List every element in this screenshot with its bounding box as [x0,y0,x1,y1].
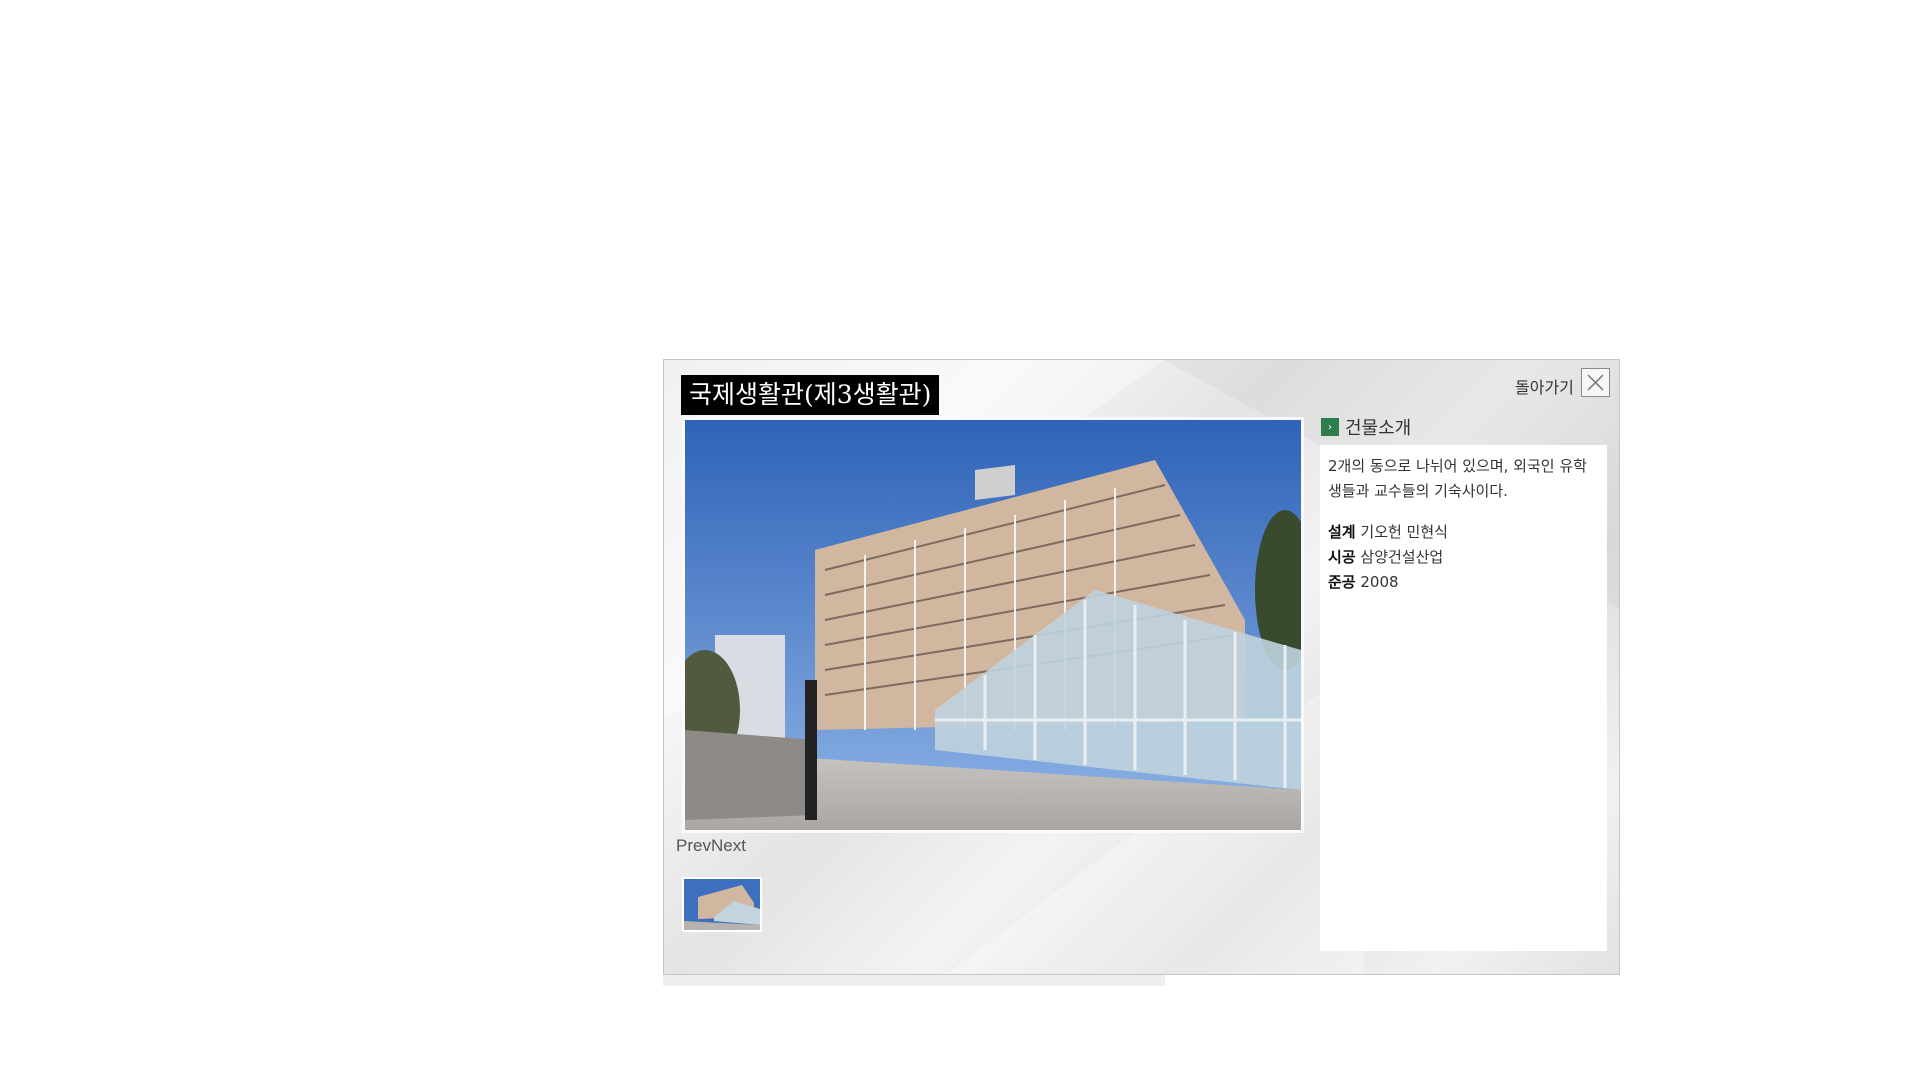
info-value: 기오헌 민현식 [1360,523,1448,541]
section-header: › 건물소개 [1321,416,1412,439]
info-label: 설계 [1328,523,1356,541]
info-row-completion: 준공 2008 [1328,570,1599,595]
info-value: 2008 [1360,573,1399,591]
info-row-construction: 시공 삼양건설산업 [1328,545,1599,570]
info-label: 준공 [1328,573,1356,591]
info-row-design: 설계 기오헌 민현식 [1328,520,1599,545]
prev-button[interactable]: Prev [676,836,711,855]
photo-navigation: PrevNext [676,836,746,856]
info-label: 시공 [1328,548,1356,566]
popup-shadow [663,975,1165,986]
popup-title: 국제생활관(제3생활관) [681,375,940,415]
next-button[interactable]: Next [711,836,746,855]
close-icon [1587,374,1604,391]
building-info-popup: 국제생활관(제3생활관) 돌아가기 PrevNext › 건물소개 2개의 동으… [663,359,1620,975]
main-building-photo [682,417,1304,833]
building-info-panel: 2개의 동으로 나뉘어 있으며, 외국인 유학생들과 교수들의 기숙사이다. 설… [1320,445,1607,951]
photo-thumbnail[interactable] [682,877,762,932]
building-description: 2개의 동으로 나뉘어 있으며, 외국인 유학생들과 교수들의 기숙사이다. [1328,457,1587,500]
close-button[interactable] [1581,368,1610,397]
info-value: 삼양건설산업 [1360,548,1444,566]
back-link[interactable]: 돌아가기 [1515,374,1574,398]
section-title: 건물소개 [1345,418,1412,439]
arrow-right-icon: › [1321,418,1339,436]
